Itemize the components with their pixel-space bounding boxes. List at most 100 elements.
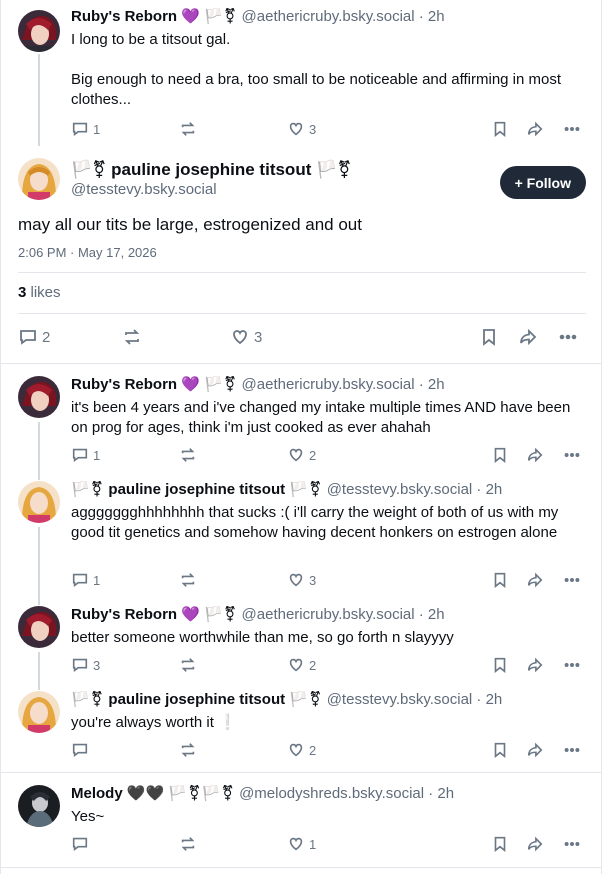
author-handle[interactable]: @melodyshreds.bsky.social · 2h [239, 785, 454, 802]
bookmark-button[interactable] [491, 656, 509, 674]
trans-flag-icon: 🏳️⚧ [204, 606, 238, 623]
share-button[interactable] [526, 741, 544, 759]
avatar[interactable] [18, 376, 60, 418]
reply-icon [72, 658, 88, 673]
post-timestamp[interactable]: 2:06 PM · May 17, 2026 [18, 245, 157, 260]
reply-button[interactable] [71, 835, 89, 853]
repost-button[interactable] [179, 120, 197, 138]
post-header: Ruby's Reborn 💜 🏳️⚧ @aethericruby.bsky.s… [71, 8, 586, 26]
bookmark-icon [483, 329, 495, 346]
repost-button[interactable] [179, 835, 197, 853]
thread-line [38, 652, 40, 690]
more-button[interactable] [558, 327, 578, 347]
author-handle[interactable]: @aethericruby.bsky.social · 2h [242, 8, 445, 25]
author-handle[interactable]: @tesstevy.bsky.social · 2h [327, 481, 503, 498]
author-name[interactable]: 🏳️⚧ pauline josephine titsout 🏳️⚧ [71, 160, 352, 180]
author-name[interactable]: pauline josephine titsout [108, 481, 285, 498]
bookmark-button[interactable] [491, 120, 509, 138]
post-text: Yes~ [71, 808, 105, 825]
more-button[interactable] [563, 120, 581, 138]
purple-heart-icon: 💜 [181, 376, 200, 393]
bookmark-button[interactable] [491, 741, 509, 759]
author-handle[interactable]: @tesstevy.bsky.social · 2h [327, 691, 503, 708]
post-header: 🏳️⚧ pauline josephine titsout 🏳️⚧ @tesst… [71, 691, 586, 709]
repost-button[interactable] [179, 656, 197, 674]
bookmark-icon [494, 447, 506, 463]
author-name[interactable]: Melody [71, 785, 123, 802]
share-button[interactable] [526, 656, 544, 674]
post-header: 🏳️⚧ pauline josephine titsout 🏳️⚧ @tesst… [71, 481, 586, 499]
reply-post[interactable]: Ruby's Reborn 💜 🏳️⚧ @aethericruby.bsky.s… [18, 376, 586, 480]
share-button[interactable] [526, 446, 544, 464]
bookmark-icon [494, 742, 506, 758]
avatar[interactable] [18, 691, 60, 733]
follow-button[interactable]: + Follow [499, 166, 586, 199]
author-handle[interactable]: @aethericruby.bsky.social · 2h [242, 606, 445, 623]
divider [18, 313, 586, 314]
avatar[interactable] [18, 785, 60, 827]
reply-post[interactable]: 🏳️⚧ pauline josephine titsout 🏳️⚧ @tesst… [18, 691, 586, 766]
repost-icon [181, 658, 195, 672]
share-button[interactable] [526, 120, 544, 138]
reply-icon [72, 573, 88, 588]
author-name[interactable]: Ruby's Reborn [71, 8, 177, 25]
divider [0, 867, 601, 868]
share-icon [527, 657, 543, 673]
bookmark-button[interactable] [491, 835, 509, 853]
repost-button[interactable] [122, 327, 142, 347]
bookmark-button[interactable] [491, 446, 509, 464]
repost-button[interactable] [179, 446, 197, 464]
author-handle[interactable]: @tesstevy.bsky.social [71, 180, 352, 200]
more-button[interactable] [563, 656, 581, 674]
reply-post[interactable]: Melody 🖤🖤 🏳️⚧🏳️⚧ @melodyshreds.bsky.soci… [18, 785, 586, 860]
reply-post[interactable]: 🏳️⚧ pauline josephine titsout 🏳️⚧ @tesst… [18, 481, 586, 605]
like-button[interactable]: 2 [287, 741, 316, 759]
reply-button[interactable]: 3 [71, 656, 100, 674]
post-text: it's been 4 years and i've changed my in… [71, 399, 571, 436]
share-button[interactable] [526, 835, 544, 853]
avatar[interactable] [18, 10, 60, 52]
author-name[interactable]: pauline josephine titsout [108, 691, 285, 708]
like-button[interactable]: 3 [287, 120, 316, 138]
author-name[interactable]: Ruby's Reborn [71, 376, 177, 393]
main-post: 🏳️⚧ pauline josephine titsout 🏳️⚧ @tesst… [18, 156, 586, 356]
reply-icon [72, 122, 88, 137]
reply-button[interactable]: 1 [71, 571, 100, 589]
share-button[interactable] [526, 571, 544, 589]
avatar[interactable] [18, 606, 60, 648]
trans-flag-icon: 🏳️⚧ [204, 376, 238, 393]
reply-button[interactable]: 2 [18, 327, 50, 347]
more-button[interactable] [563, 741, 581, 759]
avatar[interactable] [18, 158, 60, 200]
more-options-icon [564, 578, 580, 582]
like-button[interactable]: 3 [287, 571, 316, 589]
trans-flag-icon: 🏳️⚧ [289, 691, 323, 708]
repost-button[interactable] [179, 571, 197, 589]
likes-label: likes [30, 284, 61, 301]
reply-button[interactable]: 1 [71, 446, 100, 464]
share-button[interactable] [518, 327, 538, 347]
like-button[interactable]: 2 [287, 446, 316, 464]
repost-icon [181, 573, 195, 587]
repost-button[interactable] [179, 741, 197, 759]
parent-post[interactable]: Ruby's Reborn 💜 🏳️⚧ @aethericruby.bsky.s… [18, 8, 586, 146]
more-options-icon [564, 842, 580, 846]
more-button[interactable] [563, 571, 581, 589]
reply-button[interactable]: 1 [71, 120, 100, 138]
post-actions: 2 [71, 741, 586, 761]
post-actions: 1 3 [71, 571, 586, 591]
likes-summary[interactable]: 3 likes [18, 283, 61, 303]
more-button[interactable] [563, 446, 581, 464]
reply-post[interactable]: Ruby's Reborn 💜 🏳️⚧ @aethericruby.bsky.s… [18, 606, 586, 690]
like-button[interactable]: 3 [230, 327, 262, 347]
author-name[interactable]: Ruby's Reborn [71, 606, 177, 623]
author-handle[interactable]: @aethericruby.bsky.social · 2h [242, 376, 445, 393]
bookmark-button[interactable] [491, 571, 509, 589]
bookmark-button[interactable] [479, 327, 499, 347]
reply-button[interactable] [71, 741, 89, 759]
avatar[interactable] [18, 481, 60, 523]
like-button[interactable]: 1 [287, 835, 316, 853]
more-button[interactable] [563, 835, 581, 853]
like-button[interactable]: 2 [287, 656, 316, 674]
thread-line [38, 527, 40, 605]
